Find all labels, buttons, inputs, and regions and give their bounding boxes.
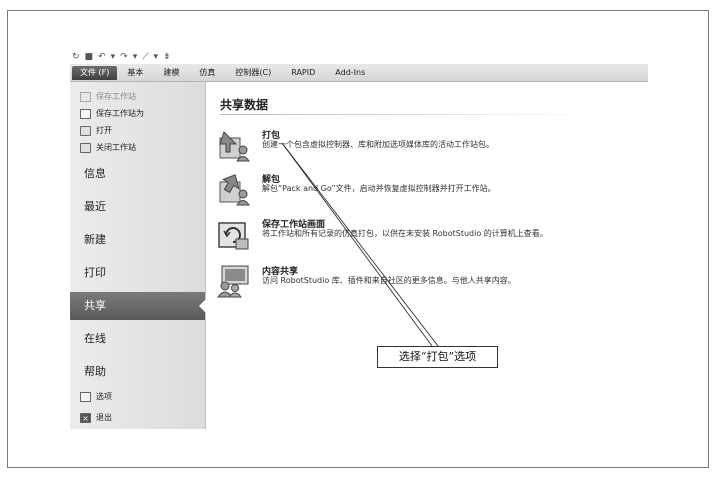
sidebar-item-new[interactable]: 新建 [70, 226, 205, 254]
command-unpack[interactable]: 解包 解包“Pack and Go”文件，启动并恢复虚拟控制器并打开工作站。 [216, 172, 616, 208]
sidebar-item-label: 选项 [96, 392, 112, 401]
ribbon-tab-bar: 文件 (F) 基本 建模 仿真 控制器(C) RAPID Add-Ins [70, 64, 648, 82]
quick-access-toolbar: ↻ ■ ↶ ▾ ↷ ▾ ⟋ ▾ ⇟ [70, 49, 650, 64]
tab-modeling[interactable]: 建模 [153, 65, 189, 81]
chevron-down-icon[interactable]: ▾ [133, 51, 138, 63]
sidebar-item-help[interactable]: 帮助 [70, 358, 205, 386]
sidebar-item-label: 关闭工作站 [96, 143, 136, 152]
content-share-icon [217, 265, 249, 298]
command-description: 解包“Pack and Go”文件，启动并恢复虚拟控制器并打开工作站。 [262, 184, 496, 193]
sidebar-item-recent[interactable]: 最近 [70, 193, 205, 221]
title-divider [220, 114, 594, 115]
chevron-down-icon[interactable]: ▾ [154, 51, 159, 63]
sidebar-item-label: 退出 [96, 413, 112, 422]
customize-toolbar-icon[interactable]: ⇟ [163, 51, 171, 63]
robotstudio-window: ↻ ■ ↶ ▾ ↷ ▾ ⟋ ▾ ⇟ 文件 (F) 基本 建模 仿真 控制器(C)… [70, 49, 650, 429]
sidebar-item-share[interactable]: 共享 [70, 292, 206, 320]
pen-icon[interactable]: ⟋ [142, 51, 148, 63]
page-title: 共享数据 [220, 98, 269, 112]
sidebar-item-online[interactable]: 在线 [70, 325, 205, 353]
sidebar-item-print[interactable]: 打印 [70, 259, 205, 287]
sidebar-item-save-station[interactable]: 保存工作站 [70, 88, 205, 105]
save-icon[interactable]: ■ [85, 51, 94, 63]
sidebar-item-open[interactable]: 打开 [70, 122, 205, 139]
sidebar-item-info[interactable]: 信息 [70, 160, 205, 188]
chevron-down-icon[interactable]: ▾ [111, 51, 116, 63]
unpack-icon [219, 174, 250, 206]
pack-icon [219, 131, 250, 162]
tab-file[interactable]: 文件 (F) [72, 65, 118, 80]
sidebar-item-label: 保存工作站为 [96, 109, 144, 118]
tab-rapid[interactable]: RAPID [281, 65, 325, 81]
share-panel: 共享数据 打包 创建一个包含虚拟控制器、库和附加选项媒体库的活动工作站包。 解包… [206, 82, 648, 429]
save-screen-icon [218, 222, 249, 250]
open-folder-icon [80, 125, 91, 136]
command-pack[interactable]: 打包 创建一个包含虚拟控制器、库和附加选项媒体库的活动工作站包。 [216, 128, 616, 164]
tab-simulation[interactable]: 仿真 [189, 65, 225, 81]
annotation-callout: 选择“打包”选项 [377, 346, 498, 368]
close-folder-icon [80, 142, 91, 153]
command-content-sharing[interactable]: 内容共享 访问 RobotStudio 库、插件和来自社区的更多信息。与他人共享… [216, 264, 616, 300]
tab-controller[interactable]: 控制器(C) [225, 65, 281, 81]
command-description: 创建一个包含虚拟控制器、库和附加选项媒体库的活动工作站包。 [262, 140, 494, 149]
refresh-icon[interactable]: ↻ [72, 51, 80, 63]
sidebar-item-label: 打开 [96, 126, 112, 135]
exit-icon: × [80, 412, 91, 423]
backstage-sidebar: 保存工作站 保存工作站为 打开 关闭工作站 信息 最近 新建 打印 共享 在线 … [70, 82, 206, 429]
sidebar-item-label: 保存工作站 [96, 92, 136, 101]
command-description: 将工作站和所有记录的仿真打包，以供在未安装 RobotStudio 的计算机上查… [262, 229, 548, 238]
tab-addins[interactable]: Add-Ins [325, 65, 375, 81]
sidebar-item-save-station-as[interactable]: 保存工作站为 [70, 105, 205, 122]
command-save-station-screen[interactable]: 保存工作站画面 将工作站和所有记录的仿真打包，以供在未安装 RobotStudi… [216, 217, 616, 253]
tab-home[interactable]: 基本 [117, 65, 153, 81]
sidebar-item-exit[interactable]: × 退出 [70, 409, 205, 426]
options-icon [80, 391, 91, 402]
save-icon [80, 91, 91, 102]
sidebar-item-options[interactable]: 选项 [70, 388, 205, 405]
sidebar-item-close-station[interactable]: 关闭工作站 [70, 139, 205, 156]
save-as-icon [80, 108, 91, 119]
redo-icon[interactable]: ↷ [120, 51, 128, 63]
command-description: 访问 RobotStudio 库、插件和来自社区的更多信息。与他人共享内容。 [262, 276, 516, 285]
undo-icon[interactable]: ↶ [98, 51, 106, 63]
